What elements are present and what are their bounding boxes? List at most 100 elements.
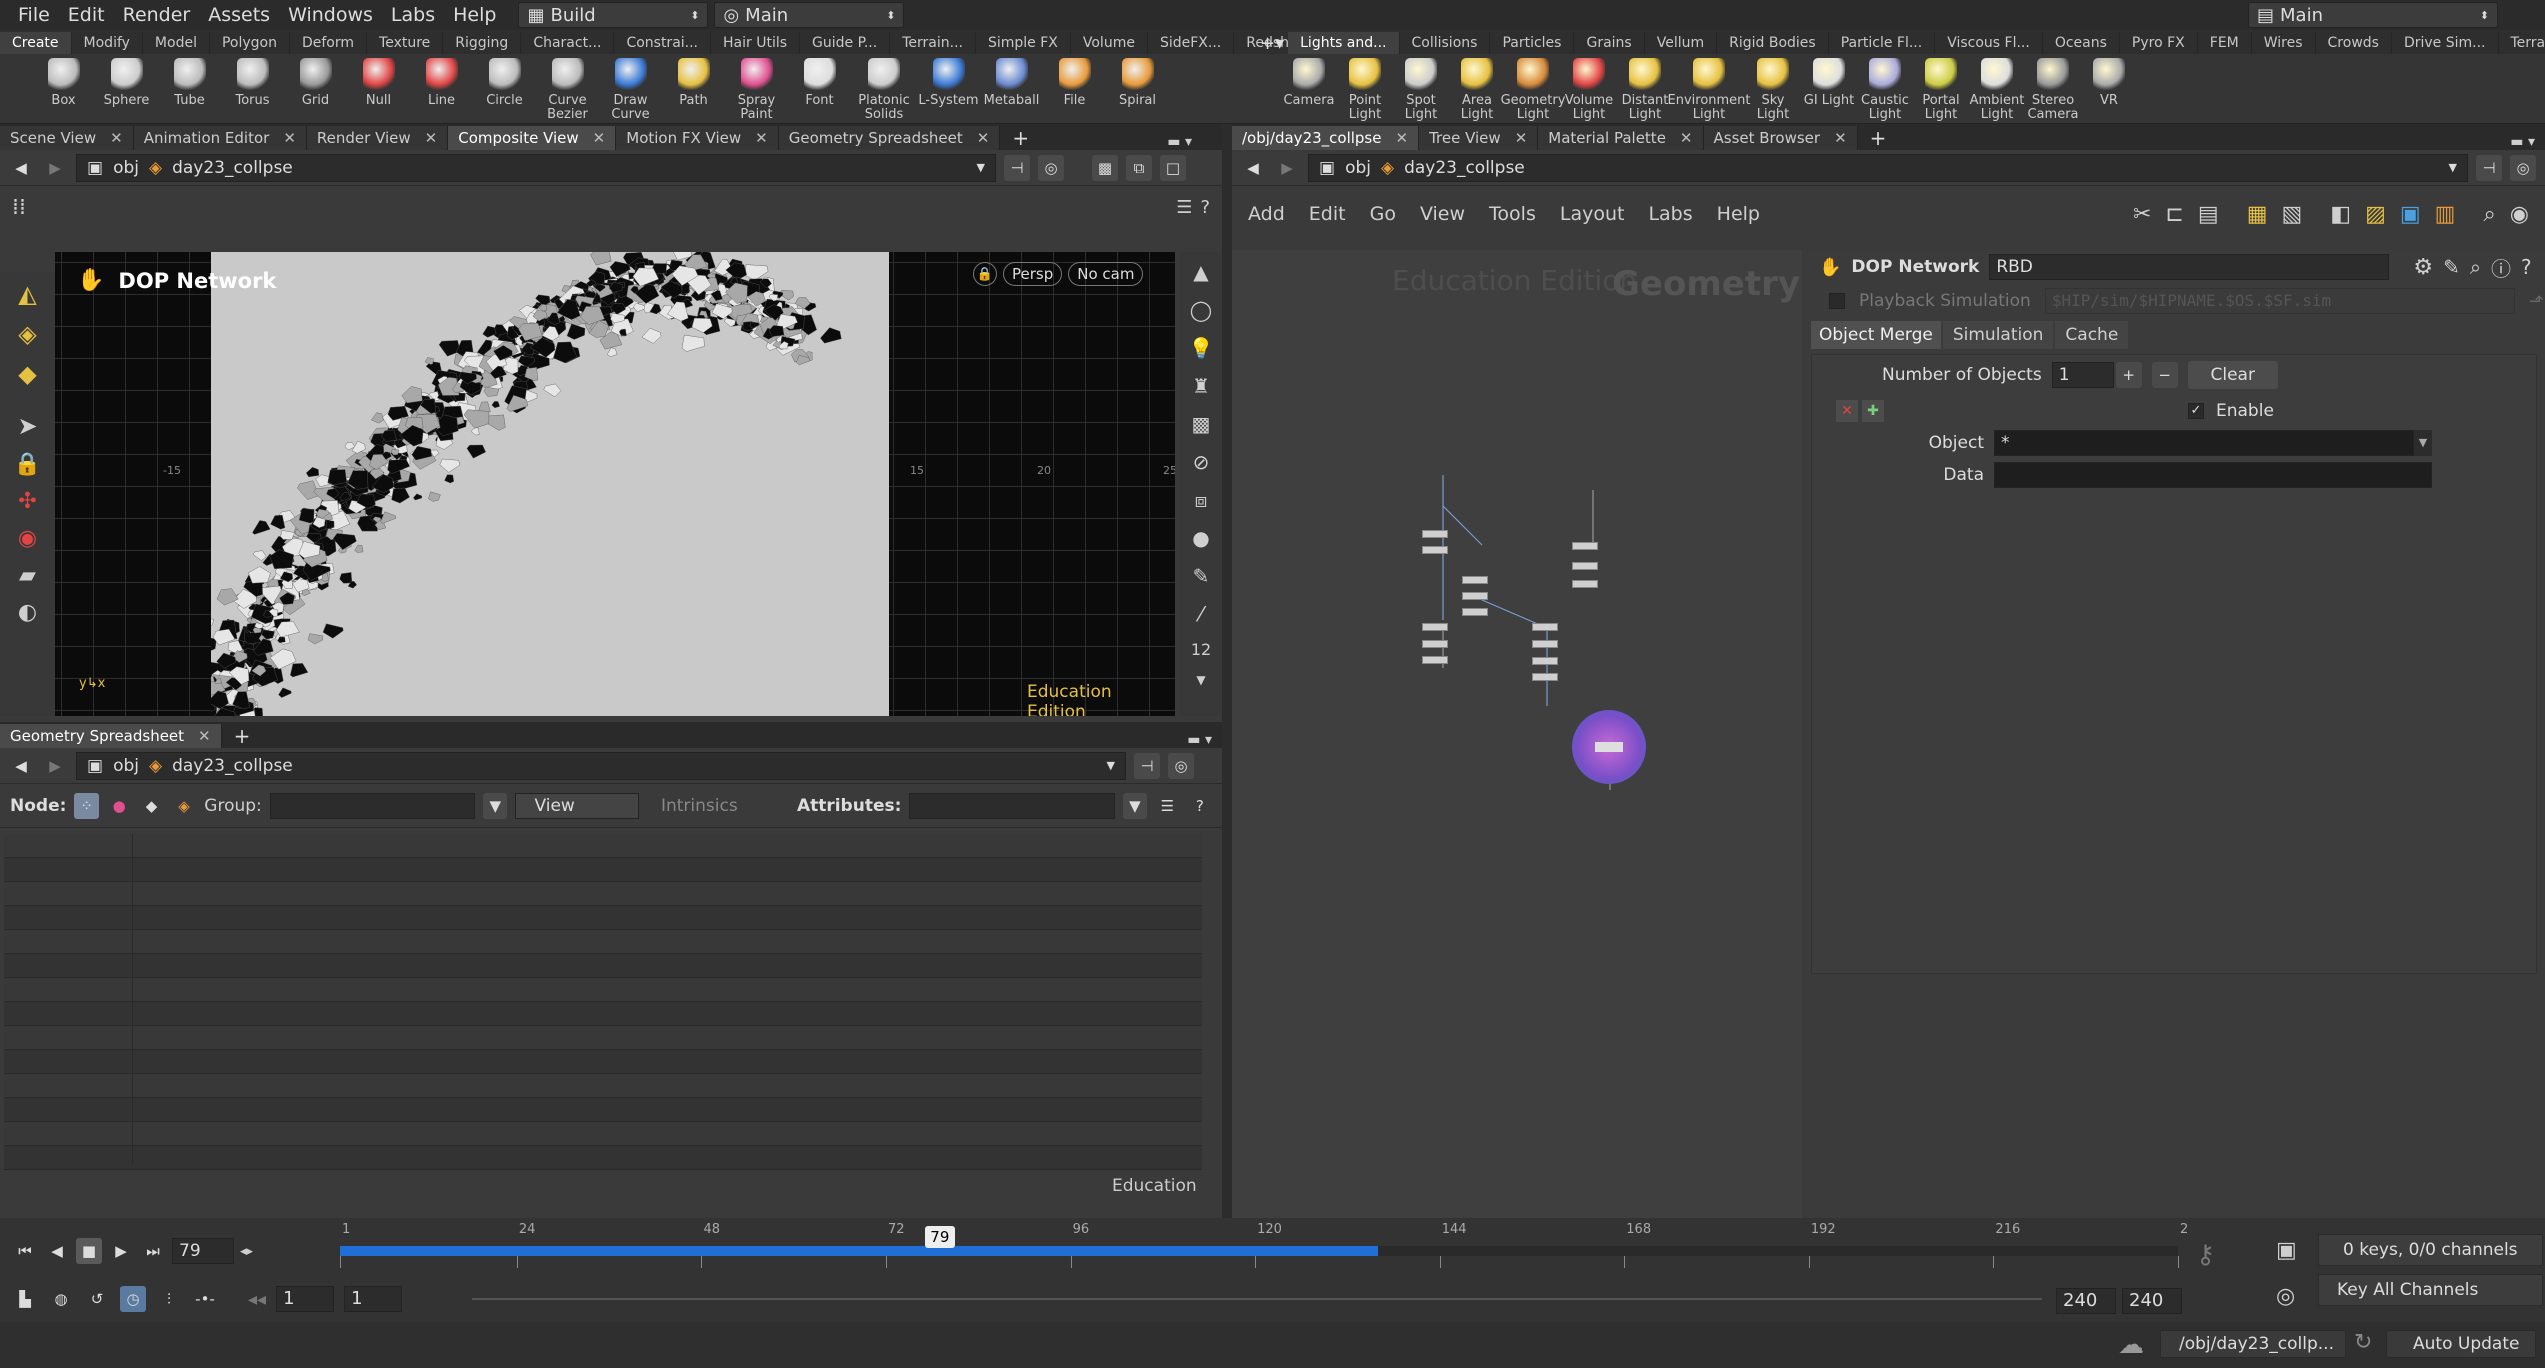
network-menu-help[interactable]: Help bbox=[1717, 203, 1760, 225]
shelf-tool[interactable]: Draw Curve bbox=[599, 58, 662, 122]
key-all-channels-menu[interactable]: Key All Channels bbox=[2318, 1274, 2543, 1306]
remove-instance-icon[interactable]: ✕ bbox=[1836, 400, 1858, 422]
pane-tab[interactable]: Motion FX View ✕ bbox=[616, 126, 779, 150]
menu-render[interactable]: Render bbox=[123, 4, 191, 26]
shelf-tab[interactable]: Create bbox=[0, 32, 72, 54]
ticks-icon[interactable]: ⫶ bbox=[156, 1286, 182, 1312]
refresh-icon[interactable]: ↻ bbox=[2354, 1330, 2372, 1355]
shelf-tool[interactable]: Distant Light bbox=[1617, 58, 1673, 122]
close-icon[interactable]: ✕ bbox=[1834, 126, 1847, 150]
close-icon[interactable]: ✕ bbox=[198, 724, 211, 748]
table-row[interactable] bbox=[4, 1098, 1202, 1122]
view-icon[interactable]: ◐ bbox=[18, 600, 37, 625]
points-icon[interactable]: ⁘ bbox=[74, 792, 99, 819]
shelf-tab[interactable]: FEM bbox=[2198, 32, 2252, 54]
link-icon[interactable]: ◎ bbox=[1038, 154, 1064, 181]
network-node[interactable] bbox=[1422, 640, 1448, 648]
range-start-field[interactable]: 1 bbox=[276, 1286, 335, 1312]
note-icon[interactable]: ▨ bbox=[2365, 202, 2386, 227]
network-menu-layout[interactable]: Layout bbox=[1560, 203, 1625, 225]
plus-icon[interactable]: + bbox=[2115, 362, 2142, 388]
shelf-tool[interactable]: Sky Light bbox=[1745, 58, 1801, 122]
wire-icon[interactable]: ⊘ bbox=[1193, 450, 1210, 474]
object-field[interactable]: * bbox=[1994, 430, 2414, 456]
spreadsheet-table[interactable] bbox=[4, 834, 1202, 1170]
tab-simulation[interactable]: Simulation bbox=[1942, 321, 2054, 349]
home-icon[interactable]: ◯ bbox=[1190, 298, 1212, 322]
eye-icon[interactable]: ◉ bbox=[2510, 202, 2529, 227]
pane-menu-icon[interactable]: ▬ ▾ bbox=[1187, 732, 1212, 748]
table-row[interactable] bbox=[4, 1026, 1202, 1050]
table-row[interactable] bbox=[4, 1146, 1202, 1170]
shelf-tool[interactable]: Portal Light bbox=[1913, 58, 1969, 122]
step-icon[interactable]: ◂▸ bbox=[240, 1244, 253, 1259]
play-icon[interactable]: ▶ bbox=[108, 1238, 134, 1264]
shelf-tab[interactable]: Particle Fl... bbox=[1829, 32, 1936, 54]
material-icon[interactable]: ▥ bbox=[2435, 202, 2456, 227]
insert-instance-icon[interactable]: ✚ bbox=[1862, 400, 1884, 422]
shelf-tool[interactable]: Point Light bbox=[1337, 58, 1393, 122]
pick-icon[interactable]: ⁄ bbox=[1199, 602, 1202, 626]
pane-tab[interactable]: Render View ✕ bbox=[306, 126, 449, 150]
stop-icon[interactable]: ■ bbox=[76, 1238, 102, 1264]
shelf-tab[interactable]: Vellum bbox=[1645, 32, 1718, 54]
shelf-tab[interactable]: Constrai... bbox=[614, 32, 712, 54]
vertices-icon[interactable]: ● bbox=[107, 793, 131, 819]
pane-tab[interactable]: /obj/day23_collpse ✕ bbox=[1232, 126, 1420, 150]
shelf-tab[interactable]: Model bbox=[143, 32, 210, 54]
tools-icon[interactable]: ✂ bbox=[2133, 202, 2151, 227]
spreadsheet-path-field[interactable]: ▣ obj ◈ day23_collpse ▼ bbox=[76, 751, 1126, 780]
back-arrow-icon[interactable]: ◀ bbox=[1240, 155, 1266, 181]
pin-icon[interactable]: ⊣ bbox=[1134, 752, 1160, 779]
search-icon[interactable]: ⌕ bbox=[2483, 202, 2495, 227]
shelf-tool[interactable]: Path bbox=[662, 58, 725, 122]
arrow-cursor-icon[interactable]: ➤ bbox=[17, 412, 37, 440]
object-dropdown-icon[interactable]: ▼ bbox=[2414, 430, 2432, 456]
close-icon[interactable]: ✕ bbox=[593, 126, 606, 150]
list-icon[interactable]: ▤ bbox=[2198, 202, 2219, 227]
forward-arrow-icon[interactable]: ▶ bbox=[42, 753, 68, 779]
jump-start-icon[interactable]: ⏮ bbox=[12, 1238, 38, 1264]
attributes-field[interactable] bbox=[909, 792, 1115, 819]
shelf-tool[interactable]: Tube bbox=[158, 58, 221, 122]
network-node[interactable] bbox=[1532, 673, 1558, 681]
pane-menu-icon[interactable]: ▬ ▾ bbox=[1167, 134, 1192, 150]
pin-icon[interactable]: ⊣ bbox=[1004, 154, 1030, 181]
auto-update-menu[interactable]: Auto Update bbox=[2386, 1330, 2536, 1358]
num-objects-field[interactable]: 1 bbox=[2051, 362, 2114, 388]
primitives-icon[interactable]: ◆ bbox=[139, 793, 163, 819]
network-node[interactable] bbox=[1422, 623, 1448, 631]
network-menu-go[interactable]: Go bbox=[1370, 203, 1396, 225]
pane-tab[interactable]: Composite View ✕ bbox=[448, 126, 617, 150]
pane-tab[interactable]: Geometry Spreadsheet ✕ bbox=[778, 126, 1001, 150]
table-row[interactable] bbox=[4, 930, 1202, 954]
desktop-build-select[interactable]: ▦ Build ⬍ bbox=[518, 2, 709, 28]
shelf-tab[interactable]: Modify bbox=[72, 32, 143, 54]
shelf-tool[interactable]: Caustic Light bbox=[1857, 58, 1913, 122]
shelf-tool[interactable]: L-System bbox=[917, 58, 980, 122]
range-slider[interactable] bbox=[472, 1298, 2042, 1300]
close-icon[interactable]: ✕ bbox=[425, 126, 438, 150]
node-name-field[interactable]: RBD bbox=[1989, 254, 2390, 280]
shelf-tool[interactable]: Line bbox=[410, 58, 473, 122]
menu-edit[interactable]: Edit bbox=[68, 4, 105, 26]
shelf-tab[interactable]: Simple FX bbox=[976, 32, 1071, 54]
help-icon[interactable]: ? bbox=[1188, 793, 1212, 819]
shelf-tab[interactable]: Polygon bbox=[210, 32, 290, 54]
point-icon[interactable]: ● bbox=[1192, 526, 1209, 550]
shelf-tool[interactable]: VR bbox=[2081, 58, 2137, 122]
brush-icon[interactable]: ✎ bbox=[2443, 255, 2460, 279]
forward-arrow-icon[interactable]: ▶ bbox=[1274, 155, 1300, 181]
network-node[interactable] bbox=[1572, 542, 1598, 550]
realtime-icon[interactable]: ▙ bbox=[12, 1286, 38, 1312]
range-end-field[interactable]: 240 bbox=[2056, 1288, 2116, 1314]
shelf-tab[interactable]: Hair Utils bbox=[711, 32, 801, 54]
shelf-tab[interactable]: Drive Sim... bbox=[2392, 32, 2499, 54]
shelf-tool[interactable]: Ambient Light bbox=[1969, 58, 2025, 122]
gear-icon[interactable]: ⚙ bbox=[2413, 255, 2433, 280]
timeline-track[interactable]: 1 24 48 72 96 120 144 168 192 216 2 79 bbox=[340, 1222, 2188, 1280]
detail-icon[interactable]: ◈ bbox=[172, 793, 196, 819]
shelf-tool[interactable]: Spot Light bbox=[1393, 58, 1449, 122]
network-menu-tools[interactable]: Tools bbox=[1489, 203, 1536, 225]
network-menu-edit[interactable]: Edit bbox=[1309, 203, 1346, 225]
